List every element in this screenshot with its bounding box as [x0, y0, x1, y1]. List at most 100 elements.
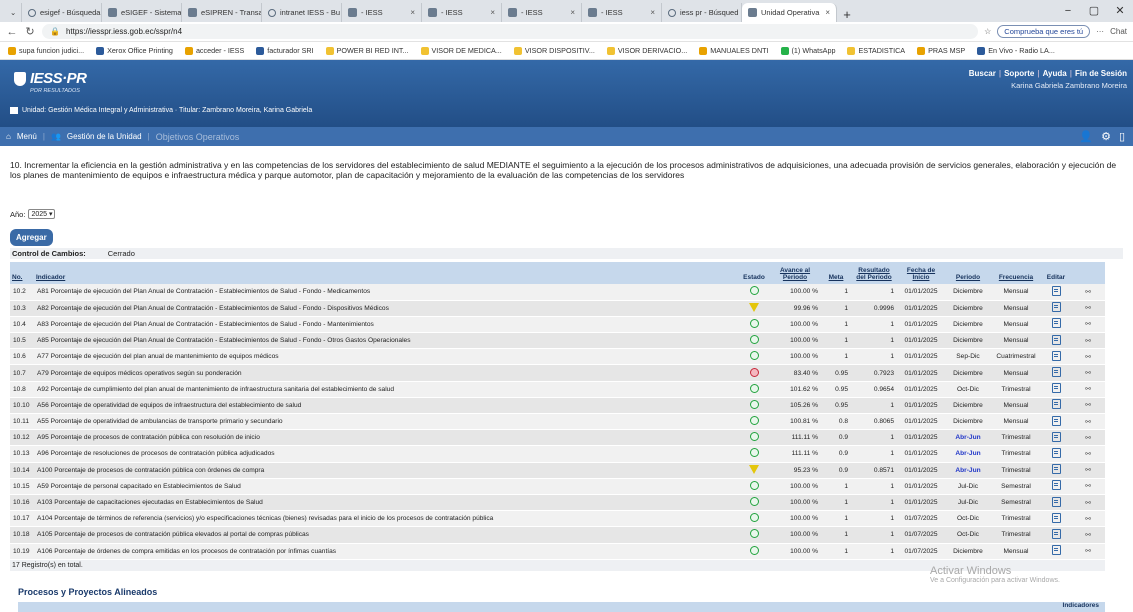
link-icon[interactable]: ⚯	[1085, 435, 1091, 442]
reload-icon[interactable]: ↻	[24, 25, 36, 38]
link-icon[interactable]: ⚯	[1085, 321, 1091, 328]
bookmark-item[interactable]: VISOR DERIVACIO...	[606, 46, 687, 55]
minimize-icon[interactable]: −	[1055, 0, 1081, 22]
link-icon[interactable]: ⚯	[1085, 548, 1091, 555]
link-icon[interactable]: ⚯	[1085, 516, 1091, 523]
col-fecha[interactable]: Fecha de Inicio	[897, 262, 945, 284]
link-icon[interactable]: ⚯	[1085, 386, 1091, 393]
col-avance[interactable]: Avance al Periodo	[769, 262, 821, 284]
tab-close-icon[interactable]: ×	[410, 8, 415, 17]
year-select[interactable]: 2025 ▾	[28, 209, 56, 219]
bookmark-item[interactable]: supa funcion judici...	[8, 46, 84, 55]
url-field[interactable]: 🔒 https://iesspr.iess.gob.ec/sspr/n4	[42, 24, 979, 39]
bookmark-label: VISOR DISPOSITIV...	[524, 46, 595, 55]
bookmark-item[interactable]: Xerox Office Printing	[96, 46, 173, 55]
bookmark-item[interactable]: En Vivo - Radio LA...	[977, 46, 1055, 55]
edit-icon[interactable]	[1051, 285, 1061, 296]
soporte-link[interactable]: Soporte	[1004, 69, 1034, 78]
bookmark-item[interactable]: acceder - IESS	[184, 46, 244, 55]
add-button[interactable]: Agregar	[10, 229, 53, 246]
col-no[interactable]: No.	[10, 262, 34, 284]
col-meta[interactable]: Meta	[821, 262, 851, 284]
cell-periodo[interactable]: Abr-Jun	[945, 462, 991, 479]
new-tab-button[interactable]: +	[837, 7, 857, 22]
bookmark-item[interactable]: ESTADISTICA	[847, 46, 905, 55]
ayuda-link[interactable]: Ayuda	[1043, 69, 1067, 78]
close-icon[interactable]: ✕	[1107, 0, 1133, 22]
link-icon[interactable]: ⚯	[1085, 354, 1091, 361]
iess-logo[interactable]: IESS·PR POR RESULTADOS	[14, 70, 87, 94]
edit-icon[interactable]	[1051, 302, 1061, 313]
col-frecuencia[interactable]: Frecuencia	[991, 262, 1041, 284]
edit-icon[interactable]	[1051, 480, 1061, 491]
cell-meta: 0.9	[821, 462, 851, 479]
tab-close-icon[interactable]: ×	[570, 8, 575, 17]
bookmark-item[interactable]: VISOR DISPOSITIV...	[513, 46, 595, 55]
star-icon[interactable]: ☆	[984, 27, 991, 36]
link-icon[interactable]: ⚯	[1085, 419, 1091, 426]
browser-tab[interactable]: Unidad Operativa ×	[742, 3, 837, 22]
browser-tab[interactable]: - IESS ×	[502, 3, 582, 22]
link-icon[interactable]: ⚯	[1085, 338, 1091, 345]
browser-tab[interactable]: - IESS ×	[342, 3, 422, 22]
more-icon[interactable]: ···	[1096, 27, 1104, 36]
edit-icon[interactable]	[1051, 318, 1061, 329]
link-icon[interactable]: ⚯	[1085, 289, 1091, 296]
edit-icon[interactable]	[1051, 383, 1061, 394]
edit-icon[interactable]	[1051, 496, 1061, 507]
gear-icon[interactable]: ⚙	[1101, 130, 1111, 143]
link-icon[interactable]: ⚯	[1085, 451, 1091, 458]
browser-tab[interactable]: eSIGEF - Sistema×	[102, 3, 182, 22]
edit-icon[interactable]	[1051, 545, 1061, 556]
edit-icon[interactable]	[1051, 528, 1061, 539]
tab-list-icon[interactable]: ⌄	[4, 3, 22, 22]
link-icon[interactable]: ⚯	[1085, 500, 1091, 507]
bookmark-item[interactable]: facturador SRI	[256, 46, 314, 55]
edit-icon[interactable]	[1051, 512, 1061, 523]
cell-periodo[interactable]: Abr-Jun	[945, 429, 991, 447]
edit-icon[interactable]	[1051, 350, 1061, 361]
browser-tab[interactable]: - IESS ×	[582, 3, 662, 22]
edit-icon[interactable]	[1051, 415, 1061, 426]
edit-icon[interactable]	[1051, 334, 1061, 345]
edit-icon[interactable]	[1051, 464, 1061, 475]
bookmark-item[interactable]: VISOR DE MEDICA...	[420, 46, 502, 55]
tab-close-icon[interactable]: ×	[490, 8, 495, 17]
link-icon[interactable]: ⚯	[1085, 483, 1091, 490]
browser-tab[interactable]: - IESS ×	[422, 3, 502, 22]
browser-tab[interactable]: intranet IESS - Bu×	[262, 3, 342, 22]
chat-button[interactable]: Chat	[1110, 27, 1127, 36]
tab-close-icon[interactable]: ×	[650, 8, 655, 17]
link-icon[interactable]: ⚯	[1085, 305, 1091, 312]
logout-link[interactable]: Fin de Sesión	[1075, 69, 1127, 78]
browser-tab[interactable]: eSIPREN - Transac×	[182, 3, 262, 22]
profile-verify-button[interactable]: Comprueba que eres tú	[997, 25, 1091, 38]
bookmark-item[interactable]: PRAS MSP	[917, 46, 965, 55]
bookmark-item[interactable]: MANUALES DNTI	[699, 46, 769, 55]
link-icon[interactable]: ⚯	[1085, 532, 1091, 539]
buscar-link[interactable]: Buscar	[969, 69, 996, 78]
col-indicador[interactable]: Indicador	[34, 262, 739, 284]
document-icon[interactable]: ▯	[1119, 130, 1125, 143]
tab-close-icon[interactable]: ×	[825, 8, 830, 17]
link-icon[interactable]: ⚯	[1085, 370, 1091, 377]
edit-icon[interactable]	[1051, 367, 1061, 378]
link-icon[interactable]: ⚯	[1085, 402, 1091, 409]
maximize-icon[interactable]: ▢	[1081, 0, 1107, 22]
browser-tab[interactable]: esigef - Búsqueda×	[22, 3, 102, 22]
menu-item-menu[interactable]: Menú	[17, 132, 37, 141]
edit-icon[interactable]	[1051, 399, 1061, 410]
browser-tab[interactable]: iess pr - Búsqued×	[662, 3, 742, 22]
menu-item-gestion[interactable]: Gestión de la Unidad	[67, 132, 142, 141]
link-icon[interactable]: ⚯	[1085, 467, 1091, 474]
cell-periodo[interactable]: Abr-Jun	[945, 445, 991, 463]
col-periodo[interactable]: Periodo	[945, 262, 991, 284]
edit-icon[interactable]	[1051, 431, 1061, 442]
edit-icon[interactable]	[1051, 447, 1061, 458]
bookmark-item[interactable]: (1) WhatsApp	[780, 46, 835, 55]
back-icon[interactable]: ←	[6, 26, 18, 38]
col-resultado[interactable]: Resultado del Periodo	[851, 262, 897, 284]
bookmark-item[interactable]: POWER BI RED INT...	[325, 46, 409, 55]
home-icon[interactable]: ⌂	[6, 132, 11, 141]
user-icon[interactable]: 👤	[1079, 130, 1093, 143]
